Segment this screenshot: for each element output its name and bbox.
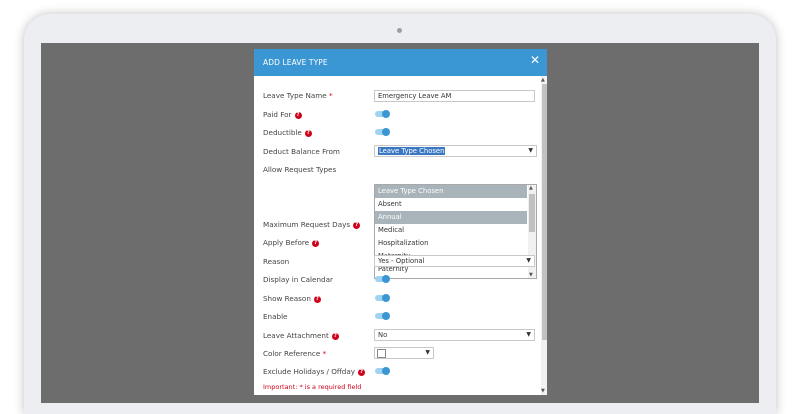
dropdown-scroll-thumb[interactable] [529,194,535,232]
paid-for-toggle[interactable] [375,109,390,118]
scroll-up-icon[interactable]: ▲ [529,185,533,191]
display-in-calendar-label: Display in Calendar [263,275,333,284]
display-in-calendar-toggle[interactable] [375,274,390,283]
exclude-holidays-text: Exclude Holidays / Offday [263,367,356,376]
deductible-toggle[interactable] [375,127,390,136]
toggle-knob [382,293,390,302]
apply-before-label: Apply Before? [263,238,320,247]
leave-type-name-input[interactable]: Emergency Leave AM [374,90,535,102]
modal-title: ADD LEAVE TYPE [263,58,328,67]
leave-attachment-label: Leave Attachment? [263,331,339,340]
reason-label: Reason [263,257,290,266]
required-marker: * [322,349,327,358]
deduct-balance-from-select[interactable]: Leave Type Chosen ▼ [374,145,537,157]
leave-attachment-value: No [378,331,388,339]
exclude-holidays-toggle[interactable] [375,366,390,375]
color-reference-text: Color Reference [263,349,321,358]
chevron-down-icon: ▼ [526,257,531,264]
dropdown-option[interactable]: Medical [375,224,527,237]
color-swatch [377,349,386,358]
modal-scrollbar[interactable]: ▲ ▼ [541,76,547,395]
reason-value: Yes - Optional [378,257,425,265]
help-icon[interactable]: ? [312,239,320,247]
dropdown-option[interactable]: Absent [375,198,527,211]
deduct-balance-from-label: Deduct Balance From [263,147,340,156]
deductible-text: Deductible [263,128,302,137]
scroll-down-icon[interactable]: ▼ [529,272,533,278]
reason-select[interactable]: Yes - Optional ▼ [374,255,535,267]
modal-body: Leave Type Name * Emergency Leave AM Pai… [254,76,547,395]
color-reference-label: Color Reference * [263,349,326,358]
allow-request-types-label: Allow Request Types [263,165,337,174]
paid-for-text: Paid For [263,110,292,119]
enable-toggle[interactable] [375,311,390,320]
chevron-down-icon: ▼ [526,331,531,338]
toggle-knob [382,127,390,136]
leave-type-name-text: Leave Type Name [263,91,327,100]
toggle-knob [382,311,390,320]
dropdown-option[interactable]: Leave Type Chosen [375,185,527,198]
camera-dot [397,28,402,33]
show-reason-toggle[interactable] [375,293,390,302]
chevron-down-icon: ▼ [425,349,430,356]
apply-before-text: Apply Before [263,238,310,247]
close-icon[interactable]: ✕ [530,54,540,66]
leave-attachment-select[interactable]: No ▼ [374,329,535,341]
show-reason-text: Show Reason [263,294,311,303]
maximum-request-days-text: Maximum Request Days [263,220,351,229]
help-icon[interactable]: ? [304,129,312,137]
required-marker: * [328,91,333,100]
enable-label: Enable [263,312,288,321]
maximum-request-days-label: Maximum Request Days? [263,220,361,229]
toggle-knob [382,274,390,283]
chevron-down-icon: ▼ [528,147,533,154]
scroll-up-icon[interactable]: ▲ [541,77,545,83]
toggle-knob [382,366,390,375]
help-icon[interactable]: ? [294,111,302,119]
scroll-down-icon[interactable]: ▼ [541,388,545,394]
exclude-holidays-label: Exclude Holidays / Offday? [263,367,366,376]
help-icon[interactable]: ? [353,221,361,229]
color-reference-picker[interactable]: ▼ [374,347,434,359]
leave-type-name-label: Leave Type Name * [263,91,333,100]
add-leave-type-modal: ADD LEAVE TYPE ✕ Leave Type Name * Emerg… [254,49,547,395]
show-reason-label: Show Reason? [263,294,321,303]
leave-attachment-text: Leave Attachment [263,331,329,340]
help-icon[interactable]: ? [358,368,366,376]
toggle-knob [382,109,390,118]
deduct-balance-from-value: Leave Type Chosen [378,147,446,155]
help-icon[interactable]: ? [331,332,339,340]
required-note: Important: * is a required field [263,383,362,391]
leave-type-name-value: Emergency Leave AM [378,92,452,100]
dropdown-option[interactable]: Annual [375,211,527,224]
modal-header: ADD LEAVE TYPE ✕ [254,49,547,76]
help-icon[interactable]: ? [313,295,321,303]
dropdown-option[interactable]: Hospitalization [375,237,527,250]
modal-scroll-thumb[interactable] [541,84,547,340]
paid-for-label: Paid For? [263,110,302,119]
deductible-label: Deductible? [263,128,312,137]
